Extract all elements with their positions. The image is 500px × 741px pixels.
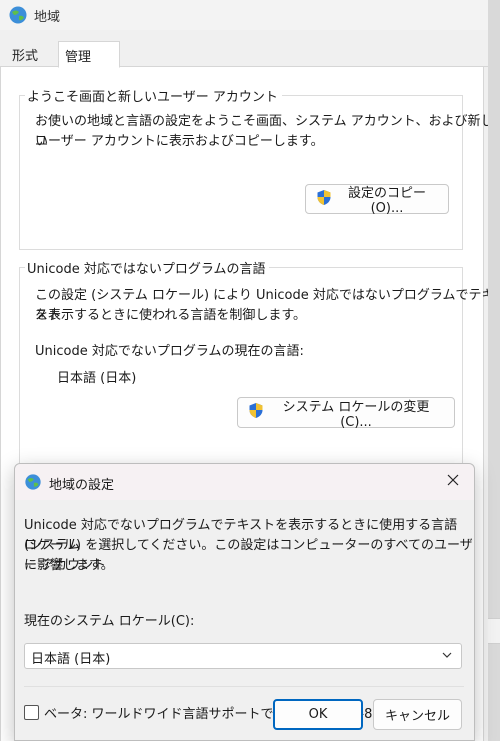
cancel-button[interactable]: キャンセル <box>373 699 462 730</box>
current-language-value: 日本語 (日本) <box>57 371 137 386</box>
globe-icon <box>8 5 28 29</box>
dialog-body: Unicode 対応でないプログラムでテキストを表示するときに使用する言語 (シ… <box>15 500 474 740</box>
system-locale-value: 日本語 (日本) <box>31 652 111 667</box>
dialog-divider <box>24 686 464 687</box>
utf8-beta-checkbox[interactable] <box>24 705 39 720</box>
system-locale-dropdown[interactable]: 日本語 (日本) <box>24 643 462 669</box>
cancel-label: キャンセル <box>384 709 450 724</box>
change-system-locale-button[interactable]: システム ロケールの変更(C)... <box>237 397 455 430</box>
uac-shield-icon <box>316 189 332 210</box>
close-icon <box>447 474 459 490</box>
non-unicode-group-title: Unicode 対応ではないプログラムの言語 <box>25 258 270 277</box>
unicode-description-line2: を表示するときに使われる言語を制御します。 <box>35 308 307 323</box>
current-language-label: Unicode 対応でないプログラムの現在の言語: <box>35 344 304 359</box>
background-window-edge <box>488 0 500 741</box>
ok-label: OK <box>308 707 328 722</box>
welcome-group-title: ようこそ画面と新しいユーザー アカウント <box>25 86 282 105</box>
copy-settings-label: 設定のコピー(O)... <box>347 186 426 216</box>
dialog-title: 地域の設定 <box>49 478 115 493</box>
region-window-title: 地域 <box>34 10 61 25</box>
region-settings-dialog: 地域の設定 Unicode 対応でないプログラムでテキストを表示するときに使用す… <box>14 463 475 741</box>
globe-icon <box>24 473 42 495</box>
dialog-titlebar: 地域の設定 <box>15 464 474 500</box>
change-locale-label: システム ロケールの変更(C)... <box>282 399 430 430</box>
ok-button[interactable]: OK <box>273 699 363 730</box>
region-window-titlebar: 地域 <box>0 0 488 30</box>
system-locale-label: 現在のシステム ロケール(C): <box>24 614 195 629</box>
background-window-fragment <box>488 618 500 644</box>
dialog-description-line3: に影響します。 <box>24 558 114 573</box>
tab-administrative[interactable]: 管理 <box>58 41 120 68</box>
close-button[interactable] <box>439 470 467 494</box>
tab-format[interactable]: 形式 <box>6 41 44 67</box>
welcome-description-line2: ユーザー アカウントに表示およびコピーします。 <box>35 134 324 149</box>
uac-shield-icon <box>248 402 264 423</box>
copy-settings-button[interactable]: 設定のコピー(O)... <box>305 184 449 216</box>
chevron-down-icon <box>441 649 453 665</box>
